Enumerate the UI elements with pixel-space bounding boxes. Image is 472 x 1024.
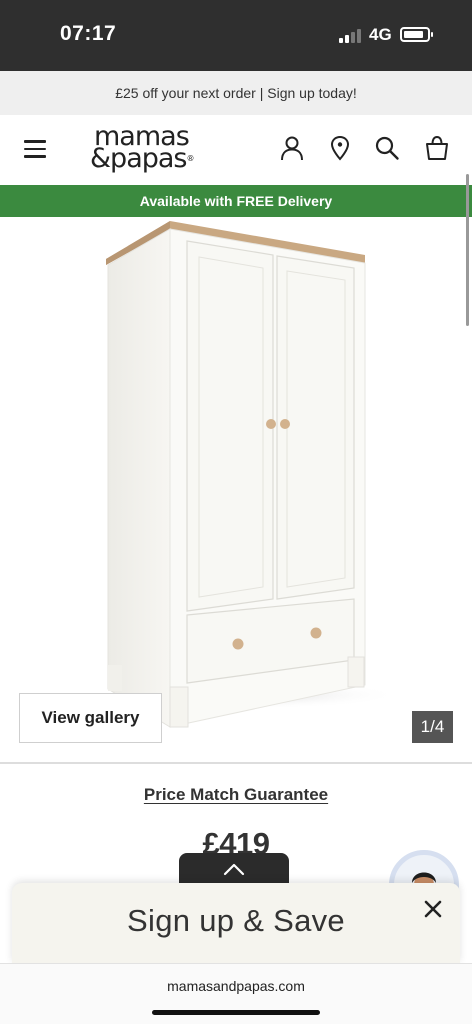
status-bar: 07:17 4G — [0, 0, 472, 71]
product-image[interactable] — [0, 217, 472, 762]
status-time: 07:17 — [60, 22, 117, 45]
expand-panel-button[interactable] — [179, 853, 289, 887]
search-icon[interactable] — [374, 135, 400, 161]
view-gallery-button[interactable]: View gallery — [19, 693, 162, 743]
page-scrollbar[interactable] — [466, 174, 469, 326]
site-header: mamas &papas® — [0, 115, 472, 185]
store-locator-icon[interactable] — [327, 135, 353, 161]
logo-line-2: &papas® — [90, 143, 195, 174]
home-indicator[interactable] — [152, 1010, 320, 1015]
battery-level — [404, 31, 423, 38]
browser-url-bar[interactable]: mamasandpapas.com — [0, 963, 472, 1024]
menu-icon[interactable] — [24, 140, 46, 158]
price-match-link[interactable]: Price Match Guarantee — [0, 785, 472, 805]
wardrobe-image — [100, 221, 400, 728]
logo-registered-mark: ® — [186, 154, 195, 163]
promo-banner[interactable]: £25 off your next order | Sign up today! — [0, 71, 472, 115]
image-counter: 1/4 — [412, 711, 453, 743]
brand-logo[interactable]: mamas &papas® — [90, 123, 215, 177]
chevron-up-icon — [223, 863, 245, 876]
account-icon[interactable] — [279, 135, 305, 161]
section-divider — [0, 762, 472, 764]
signup-title: Sign up & Save — [127, 903, 345, 938]
close-icon[interactable] — [421, 897, 445, 921]
battery-icon — [400, 27, 433, 42]
basket-icon[interactable] — [424, 135, 450, 161]
delivery-banner: Available with FREE Delivery — [0, 185, 472, 217]
signup-panel[interactable]: Sign up & Save — [12, 883, 460, 963]
signal-strength-icon — [339, 29, 363, 43]
url-text[interactable]: mamasandpapas.com — [0, 978, 472, 994]
logo-line-2-text: &papas — [90, 143, 187, 174]
network-type: 4G — [369, 25, 392, 44]
